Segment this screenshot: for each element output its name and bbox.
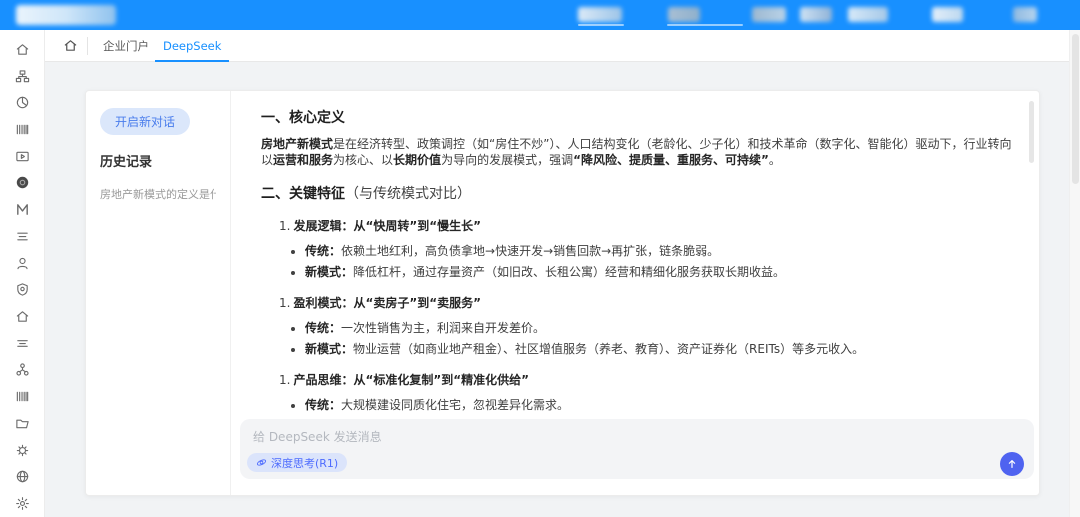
page-background: 开启新对话 历史记录 房地产新模式的定义是什么 一、核心定义 房地产新模式是在经…: [45, 62, 1080, 517]
blurred-nav-item[interactable]: [752, 7, 786, 22]
bullet: 新模式：物业运营（如商业地产租金）、社区增值服务（养老、教育）、资产证券化（RE…: [305, 341, 1013, 357]
list-item-title: 1.产品思维：从“标准化复制”到“精准化供给”: [279, 371, 1013, 388]
send-button[interactable]: [1000, 452, 1024, 476]
arrow-up-icon: [1006, 458, 1018, 470]
message-input[interactable]: 给 DeepSeek 发送消息 深度思考(R1): [240, 419, 1034, 479]
gear-badge-icon[interactable]: [0, 437, 45, 464]
tab-divider: [87, 37, 88, 55]
nav-underline: [667, 24, 743, 26]
blurred-nav-item[interactable]: [668, 7, 700, 22]
home-icon[interactable]: [0, 36, 45, 63]
blurred-nav-item[interactable]: [578, 7, 622, 22]
blurred-nav-item[interactable]: [932, 7, 963, 22]
list-item-title: 1.发展逻辑：从“快周转”到“慢生长”: [279, 217, 1013, 234]
definition-paragraph: 房地产新模式是在经济转型、政策调控（如“房住不炒”）、人口结构变化（老龄化、少子…: [261, 136, 1013, 168]
tab-bar: 企业门户 DeepSeek: [45, 30, 1080, 62]
metro-m-icon[interactable]: [0, 196, 45, 223]
history-title: 历史记录: [100, 151, 216, 170]
input-placeholder: 给 DeepSeek 发送消息: [253, 428, 382, 445]
bullet: 传统：大规模建设同质化住宅，忽视差异化需求。: [305, 397, 1013, 413]
folder-open-icon[interactable]: [0, 410, 45, 437]
globe-icon[interactable]: [0, 464, 45, 491]
section-heading: 二、关键特征（与传统模式对比）: [261, 183, 1013, 203]
user-icon[interactable]: [0, 250, 45, 277]
blurred-nav-item[interactable]: [800, 7, 832, 22]
network-icon[interactable]: [0, 357, 45, 384]
atom-icon: [256, 457, 267, 468]
tab-deepseek[interactable]: DeepSeek: [163, 30, 221, 62]
blurred-nav-item[interactable]: [1013, 7, 1037, 22]
new-chat-button[interactable]: 开启新对话: [100, 108, 190, 135]
chat-card: 开启新对话 历史记录 房地产新模式的定义是什么 一、核心定义 房地产新模式是在经…: [85, 90, 1040, 496]
bullet-list: 传统：依赖土地红利，高负债拿地→快速开发→销售回款→再扩张，链条脆弱。 新模式：…: [305, 243, 1013, 280]
tab-home-icon[interactable]: [63, 38, 81, 56]
org-chart-icon[interactable]: [0, 63, 45, 90]
list-item-title: 1.盈利模式：从“卖房子”到“卖服务”: [279, 294, 1013, 311]
shield-icon[interactable]: [0, 276, 45, 303]
bullet: 传统：一次性销售为主，利润来自开发差价。: [305, 320, 1013, 336]
bullet-list: 传统：大规模建设同质化住宅，忽视差异化需求。 新模式：细分市场（改善型住房、养老…: [305, 397, 1013, 421]
layers-icon[interactable]: [0, 330, 45, 357]
section-heading: 一、核心定义: [261, 107, 1013, 127]
pie-chart-icon[interactable]: [0, 89, 45, 116]
tab-enterprise-portal[interactable]: 企业门户: [103, 30, 149, 62]
left-icon-sidebar: [0, 30, 45, 517]
history-item[interactable]: 房地产新模式的定义是什么: [100, 186, 216, 202]
menu-list-icon[interactable]: [0, 223, 45, 250]
history-panel: 开启新对话 历史记录 房地产新模式的定义是什么: [86, 91, 231, 495]
message-scrollbar[interactable]: [1029, 101, 1034, 163]
app-logo: [16, 5, 116, 25]
app-header: [0, 0, 1080, 30]
brand-dot-icon[interactable]: [0, 170, 45, 197]
home-alt-icon[interactable]: [0, 303, 45, 330]
chat-pane: 一、核心定义 房地产新模式是在经济转型、政策调控（如“房住不炒”）、人口结构变化…: [231, 91, 1039, 495]
nav-underline: [578, 24, 624, 26]
blurred-nav-item[interactable]: [848, 7, 888, 22]
bullet-list: 传统：一次性销售为主，利润来自开发差价。 新模式：物业运营（如商业地产租金）、社…: [305, 320, 1013, 357]
assistant-message: 一、核心定义 房地产新模式是在经济转型、政策调控（如“房住不炒”）、人口结构变化…: [231, 91, 1039, 421]
bullet: 传统：依赖土地红利，高负债拿地→快速开发→销售回款→再扩张，链条脆弱。: [305, 243, 1013, 259]
barcode-icon[interactable]: [0, 116, 45, 143]
bullet: 新模式：降低杠杆，通过存量资产（如旧改、长租公寓）经营和精细化服务获取长期收益。: [305, 264, 1013, 280]
media-folder-icon[interactable]: [0, 143, 45, 170]
settings-gear-icon[interactable]: [0, 490, 45, 517]
barcode-alt-icon[interactable]: [0, 383, 45, 410]
page-scrollbar[interactable]: [1069, 30, 1080, 517]
page-scrollbar-thumb[interactable]: [1072, 34, 1079, 184]
deep-think-toggle[interactable]: 深度思考(R1): [247, 453, 347, 472]
